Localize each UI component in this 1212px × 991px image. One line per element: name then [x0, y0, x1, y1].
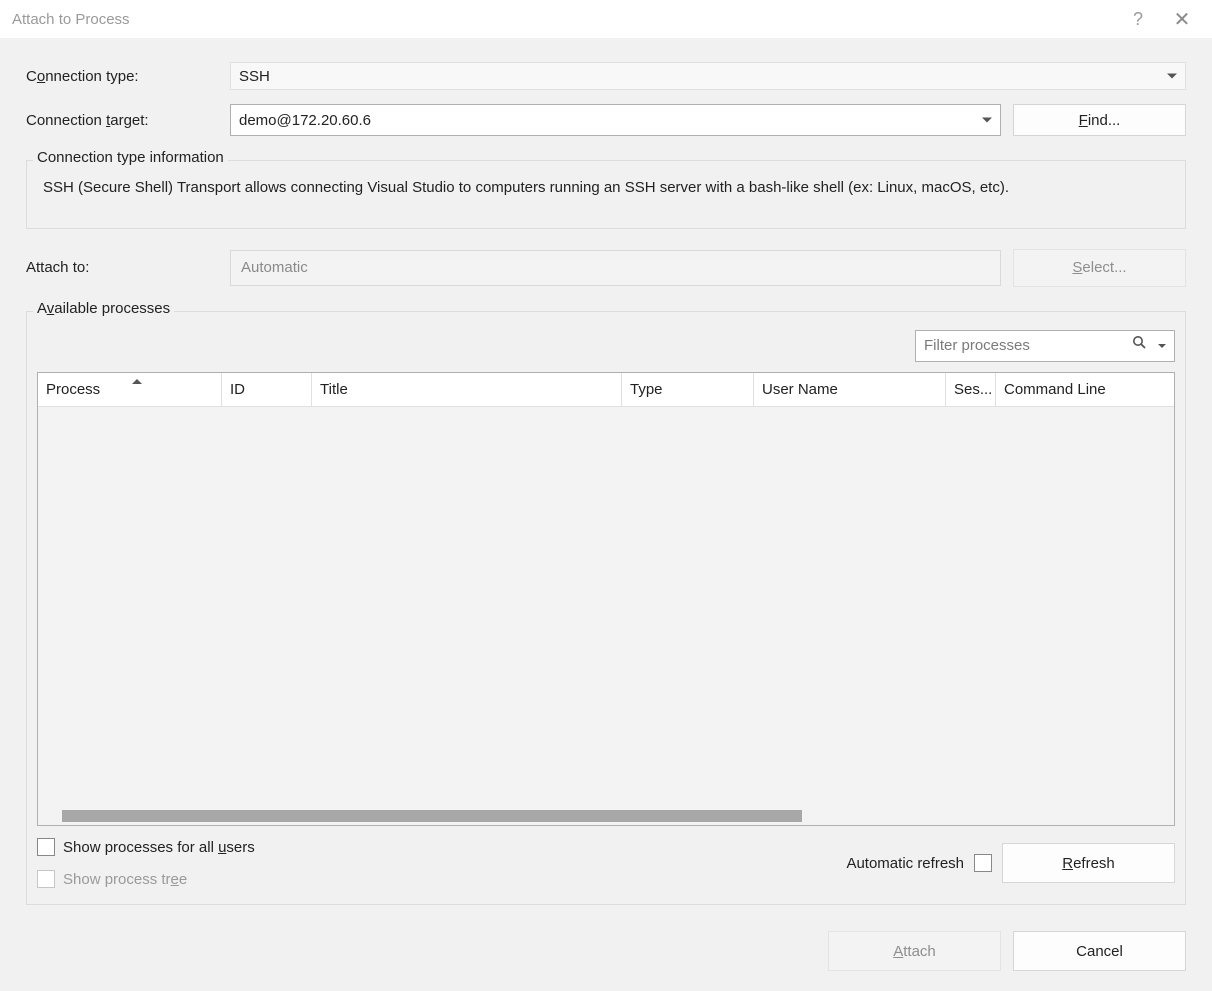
connection-info-group: Connection type information SSH (Secure … [26, 160, 1186, 229]
label-part: efresh [1073, 855, 1115, 872]
label-part: A [37, 300, 47, 317]
checkbox-icon [37, 870, 55, 888]
connection-info-text: SSH (Secure Shell) Transport allows conn… [43, 177, 1169, 200]
connection-type-value: SSH [239, 68, 270, 85]
available-processes-group: Available processes Filter processes Pro… [26, 311, 1186, 906]
close-icon[interactable]: ✕ [1160, 7, 1204, 32]
attach-to-text: Automatic [241, 259, 308, 276]
automatic-refresh-checkbox[interactable] [974, 854, 992, 872]
label-part: Show processes for all [63, 839, 218, 856]
label-part: C [26, 68, 37, 85]
label-mnemonic: F [1079, 112, 1088, 129]
column-session[interactable]: Ses... [946, 373, 996, 406]
automatic-refresh-label: Automatic refresh [846, 855, 964, 872]
connection-type-row: Connection type: SSH [26, 62, 1186, 90]
filter-placeholder: Filter processes [924, 337, 1126, 354]
available-processes-legend: Available processes [33, 300, 174, 317]
refresh-cluster: Automatic refresh Refresh [846, 843, 1175, 883]
column-type[interactable]: Type [622, 373, 754, 406]
refresh-button[interactable]: Refresh [1002, 843, 1175, 883]
connection-type-label: Connection type: [26, 68, 230, 85]
connection-target-label: Connection target: [26, 112, 230, 129]
window-title: Attach to Process [8, 11, 1116, 28]
scrollbar-thumb[interactable] [62, 810, 802, 822]
process-grid[interactable]: Process ID Title Type User Name Ses... C… [37, 372, 1175, 827]
label-mnemonic: A [893, 943, 903, 960]
horizontal-scrollbar[interactable] [38, 807, 1174, 825]
show-all-users-label: Show processes for all users [63, 839, 255, 856]
cancel-button[interactable]: Cancel [1013, 931, 1186, 971]
content-area: Connection type: SSH Connection target: … [0, 38, 1212, 991]
attach-to-label: Attach to: [26, 259, 230, 276]
show-all-users-checkbox[interactable]: Show processes for all users [37, 838, 255, 856]
column-command-line[interactable]: Command Line [996, 373, 1174, 406]
label-mnemonic: S [1072, 259, 1082, 276]
processes-bottom-row: Show processes for all users Show proces… [37, 838, 1175, 888]
grid-body [38, 407, 1174, 808]
select-button: Select... [1013, 249, 1186, 287]
connection-info-legend: Connection type information [33, 149, 228, 166]
label-part: ind... [1088, 112, 1121, 129]
label-part: ttach [903, 943, 936, 960]
dialog-footer: Attach Cancel [26, 931, 1186, 971]
filter-processes-input[interactable]: Filter processes [915, 330, 1175, 362]
show-process-tree-checkbox: Show process tree [37, 870, 255, 888]
column-process[interactable]: Process [38, 373, 222, 406]
checkbox-icon [37, 838, 55, 856]
connection-type-combo[interactable]: SSH [230, 62, 1186, 90]
label-part: e [179, 871, 187, 888]
attach-to-value: Automatic [230, 250, 1001, 286]
column-id[interactable]: ID [222, 373, 312, 406]
column-label: Process [46, 381, 100, 398]
connection-target-value: demo@172.20.60.6 [239, 112, 371, 129]
label-part: ailable processes [54, 300, 170, 317]
grid-header: Process ID Title Type User Name Ses... C… [38, 373, 1174, 407]
process-checks: Show processes for all users Show proces… [37, 838, 255, 888]
label-mnemonic: o [37, 68, 45, 85]
search-icon [1132, 335, 1148, 356]
label-part: elect... [1082, 259, 1126, 276]
attach-button: Attach [828, 931, 1001, 971]
label-part: Show process tr [63, 871, 171, 888]
label-mnemonic: e [171, 871, 179, 888]
label-part: sers [226, 839, 254, 856]
attach-to-process-dialog: Attach to Process ? ✕ Connection type: S… [0, 0, 1212, 991]
chevron-down-icon[interactable] [1158, 344, 1166, 348]
label-part: nnection type: [45, 68, 138, 85]
chevron-down-icon [1167, 74, 1177, 79]
chevron-down-icon [982, 118, 992, 123]
help-icon[interactable]: ? [1116, 9, 1160, 30]
connection-target-row: Connection target: demo@172.20.60.6 Find… [26, 104, 1186, 136]
filter-row: Filter processes [37, 330, 1175, 362]
label-part: arget: [110, 112, 148, 129]
show-process-tree-label: Show process tree [63, 871, 187, 888]
titlebar: Attach to Process ? ✕ [0, 0, 1212, 38]
label-part: Connection [26, 112, 106, 129]
connection-target-combo[interactable]: demo@172.20.60.6 [230, 104, 1001, 136]
find-button[interactable]: Find... [1013, 104, 1186, 136]
attach-to-row: Attach to: Automatic Select... [26, 249, 1186, 287]
column-title[interactable]: Title [312, 373, 622, 406]
label-mnemonic: R [1062, 855, 1073, 872]
column-user-name[interactable]: User Name [754, 373, 946, 406]
